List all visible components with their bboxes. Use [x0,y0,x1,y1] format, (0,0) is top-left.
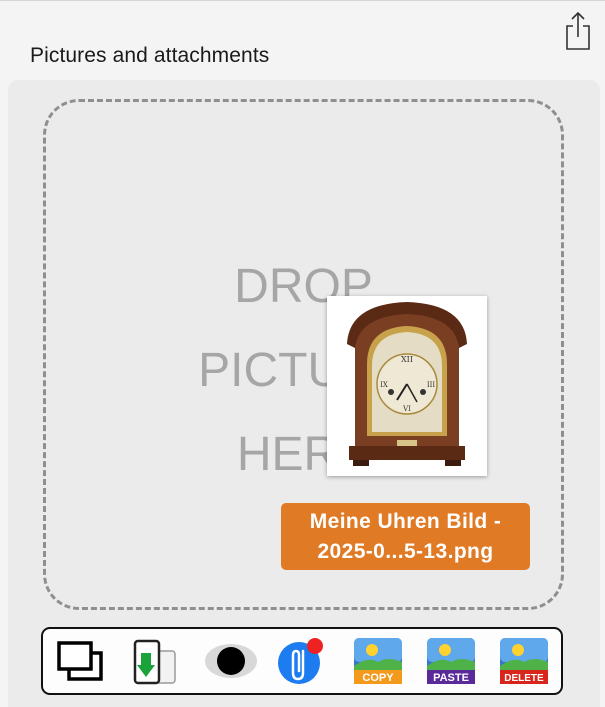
photo-stack-icon [57,641,103,681]
attachment-thumbnail[interactable]: XII III VI IX [327,296,487,476]
svg-text:XII: XII [401,355,413,364]
delete-label: DELETE [504,673,544,684]
delete-picture-button[interactable]: DELETE [498,636,550,691]
section-title: Pictures and attachments [30,44,270,67]
copy-picture-button[interactable]: COPY [352,636,404,691]
picture-toolbar: COPY PASTE DELETE [41,627,563,695]
clock-image: XII III VI IX [347,302,467,466]
eye-icon [205,644,257,678]
paste-picture-icon: PASTE [427,638,475,684]
share-icon [566,12,590,50]
filename-line-2: 2025-0...5-13.png [317,540,494,563]
copy-label: COPY [362,672,394,684]
svg-text:VI: VI [402,405,411,413]
import-from-phone-button[interactable] [131,637,179,692]
svg-text:III: III [427,381,436,389]
phone-import-icon [133,639,176,685]
share-button[interactable] [563,11,593,51]
view-button[interactable] [203,641,259,686]
top-divider [0,0,605,1]
filename-line-1: Meine Uhren Bild - [309,510,502,533]
copy-picture-icon: COPY [354,638,402,684]
delete-picture-icon: DELETE [500,638,548,684]
attachment-filename-badge: Meine Uhren Bild - 2025-0...5-13.png [281,503,530,570]
photos-button[interactable] [55,639,105,688]
paperclip-icon [278,638,323,684]
paste-label: PASTE [433,672,469,684]
svg-text:IX: IX [380,381,388,389]
paste-picture-button[interactable]: PASTE [425,636,477,691]
attach-file-button[interactable] [275,635,327,692]
